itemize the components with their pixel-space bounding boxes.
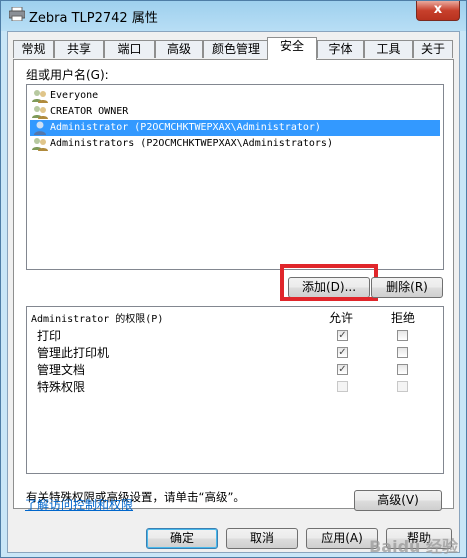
- permission-name: 管理此打印机: [37, 346, 110, 360]
- dialog-client-area: 常规 共享 端口 高级 颜色管理 安全 字体 工具 关于 组或用户名(G): E…: [7, 31, 460, 553]
- list-item[interactable]: Administrator (P2OCMCHKTWEPXAX\Administr…: [30, 120, 440, 136]
- learn-access-control-link[interactable]: 了解访问控制和权限: [25, 496, 133, 513]
- ok-button[interactable]: 确定: [146, 528, 218, 549]
- printer-icon: [9, 7, 25, 21]
- user-name: Administrator (P2OCMCHKTWEPXAX\Administr…: [50, 122, 321, 133]
- user-group-icon: [32, 90, 48, 103]
- allow-header: 允许: [329, 311, 354, 325]
- groups-label: 组或用户名(G):: [26, 68, 109, 82]
- advanced-button[interactable]: 高级(V): [354, 490, 442, 511]
- apply-button[interactable]: 应用(A): [306, 528, 378, 549]
- tab-sharing[interactable]: 共享: [54, 40, 104, 58]
- remove-button[interactable]: 删除(R): [371, 277, 443, 298]
- allow-checkbox[interactable]: ✓: [337, 330, 348, 341]
- permission-name: 管理文档: [37, 363, 86, 377]
- tab-about[interactable]: 关于: [413, 40, 453, 58]
- title-bar[interactable]: Zebra TLP2742 属性 x: [1, 1, 466, 31]
- table-row: 特殊权限: [27, 379, 443, 396]
- table-row: 打印 ✓: [27, 328, 443, 345]
- close-button[interactable]: x: [416, 1, 460, 21]
- allow-checkbox[interactable]: ✓: [337, 347, 348, 358]
- deny-checkbox[interactable]: [397, 347, 408, 358]
- list-item[interactable]: Everyone: [30, 88, 440, 104]
- highlight-box: [280, 264, 378, 301]
- user-icon: [34, 121, 46, 135]
- users-listbox[interactable]: Everyone CREATOR OWNER Administrator (P2…: [26, 84, 444, 270]
- tab-ports[interactable]: 端口: [104, 40, 155, 58]
- deny-checkbox[interactable]: [397, 364, 408, 375]
- tab-general[interactable]: 常规: [13, 40, 54, 58]
- permission-name: 特殊权限: [37, 380, 86, 394]
- user-name: Administrators (P2OCMCHKTWEPXAX\Administ…: [50, 138, 333, 149]
- tab-tools[interactable]: 工具: [364, 40, 413, 58]
- table-row: 管理此打印机 ✓: [27, 345, 443, 362]
- permissions-header: Administrator 的权限(P): [31, 314, 164, 325]
- tab-color-management[interactable]: 颜色管理: [203, 40, 269, 58]
- cancel-button[interactable]: 取消: [226, 528, 298, 549]
- list-item[interactable]: Administrators (P2OCMCHKTWEPXAX\Administ…: [30, 136, 440, 152]
- watermark: Baidu 经验: [369, 537, 458, 556]
- table-row: 管理文档 ✓: [27, 362, 443, 379]
- properties-dialog: Zebra TLP2742 属性 x 常规 共享 端口 高级 颜色管理 安全 字…: [0, 0, 467, 558]
- deny-checkbox[interactable]: [397, 330, 408, 341]
- permission-name: 打印: [37, 329, 62, 343]
- security-panel: 组或用户名(G): Everyone CREATOR OWNER Adminis…: [13, 59, 454, 511]
- deny-header: 拒绝: [391, 311, 416, 325]
- allow-checkbox[interactable]: ✓: [337, 364, 348, 375]
- permissions-table: Administrator 的权限(P) 允许 拒绝 打印 ✓ 管理此打印机 ✓…: [26, 306, 444, 474]
- tab-fonts[interactable]: 字体: [317, 40, 364, 58]
- user-name: Everyone: [50, 90, 99, 101]
- allow-checkbox: [337, 381, 348, 392]
- list-item[interactable]: CREATOR OWNER: [30, 104, 440, 120]
- user-name: CREATOR OWNER: [50, 106, 129, 117]
- user-group-icon: [32, 138, 48, 151]
- user-group-icon: [32, 106, 48, 119]
- window-title: Zebra TLP2742 属性: [29, 11, 158, 26]
- tab-advanced[interactable]: 高级: [155, 40, 203, 58]
- deny-checkbox: [397, 381, 408, 392]
- tab-security[interactable]: 安全: [267, 37, 317, 60]
